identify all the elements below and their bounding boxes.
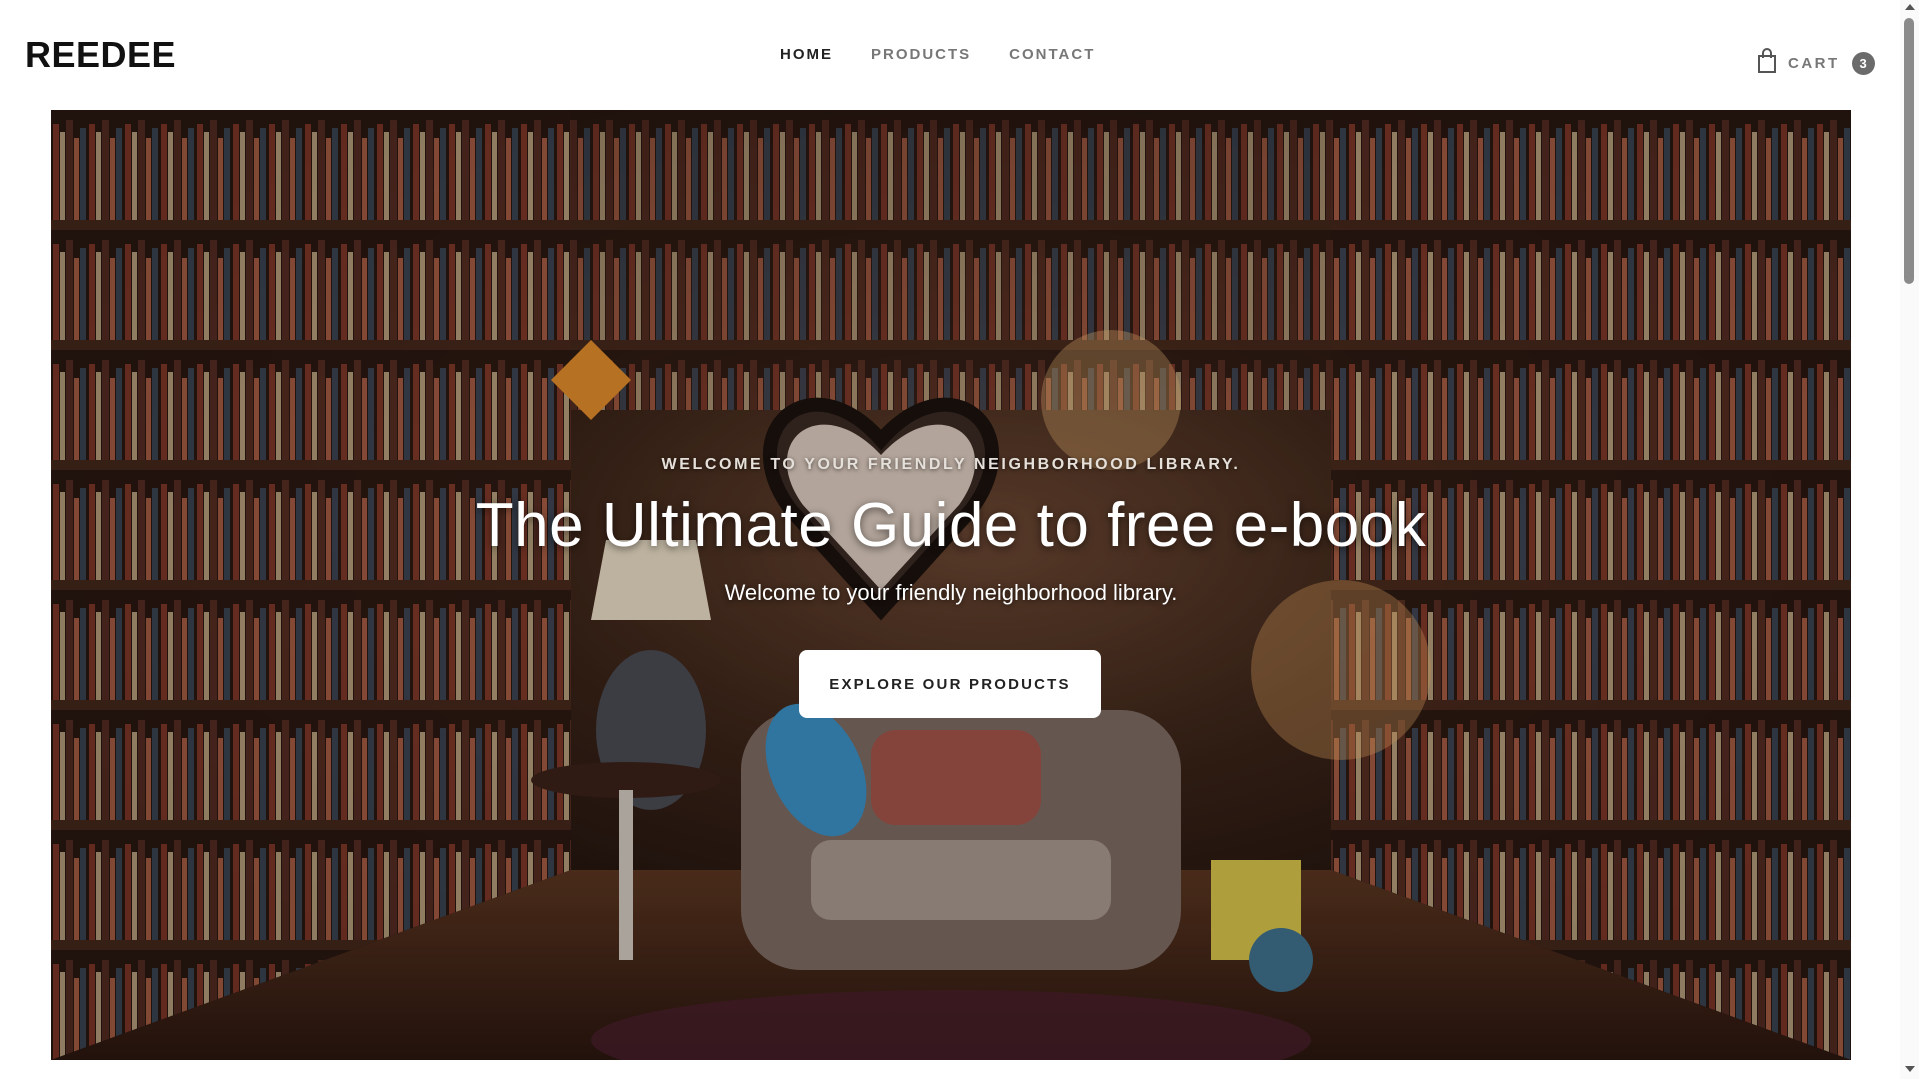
site-header: REEDEE HOME PRODUCTS CONTACT CART 3 <box>0 0 1900 110</box>
hero-banner: WELCOME TO YOUR FRIENDLY NEIGHBORHOOD LI… <box>51 110 1851 1060</box>
cart-count-badge: 3 <box>1851 52 1875 75</box>
hero-eyebrow: WELCOME TO YOUR FRIENDLY NEIGHBORHOOD LI… <box>661 456 1241 473</box>
shopping-bag-icon <box>1756 47 1778 73</box>
cart-label: CART <box>1788 55 1840 72</box>
nav-home-link[interactable]: HOME <box>780 46 833 63</box>
cart-button[interactable]: CART 3 <box>1756 44 1875 75</box>
scroll-up-arrow-icon[interactable] <box>1905 4 1915 10</box>
nav-products-link[interactable]: PRODUCTS <box>871 46 971 63</box>
hero-title: The Ultimate Guide to free e-book <box>475 491 1427 560</box>
scrollbar-thumb[interactable] <box>1904 18 1914 284</box>
hero-content: WELCOME TO YOUR FRIENDLY NEIGHBORHOOD LI… <box>51 110 1851 1060</box>
scroll-down-arrow-icon[interactable] <box>1905 1066 1915 1072</box>
main-nav: HOME PRODUCTS CONTACT <box>780 46 1095 63</box>
explore-products-button[interactable]: EXPLORE OUR PRODUCTS <box>799 650 1101 718</box>
hero-subtitle: Welcome to your friendly neighborhood li… <box>724 580 1178 605</box>
nav-contact-link[interactable]: CONTACT <box>1009 46 1095 63</box>
site-logo[interactable]: REEDEE <box>25 34 176 76</box>
